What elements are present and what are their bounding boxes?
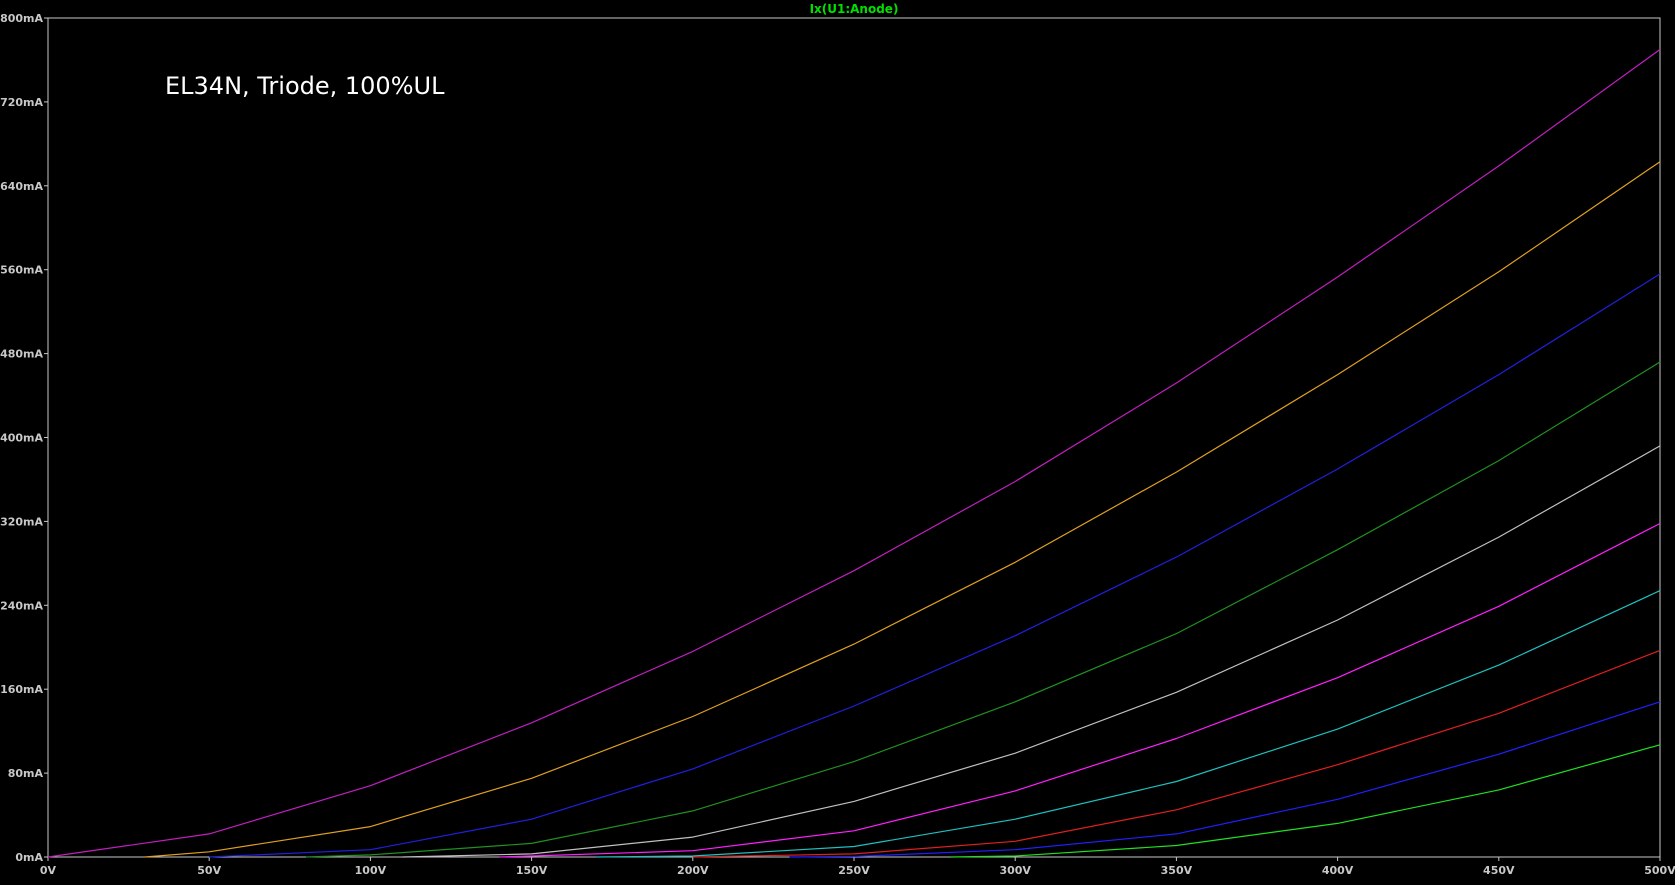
x-tick-label: 350V	[1161, 864, 1193, 877]
y-tick-label: 80mA	[8, 767, 44, 780]
y-tick-label: 800mA	[0, 12, 43, 25]
y-tick-label: 640mA	[0, 180, 43, 193]
y-tick-label: 480mA	[0, 348, 43, 361]
x-tick-label: 450V	[1483, 864, 1515, 877]
x-tick-label: 500V	[1644, 864, 1675, 877]
x-tick-label: 100V	[355, 864, 387, 877]
x-tick-label: 200V	[677, 864, 709, 877]
y-tick-label: 320mA	[0, 515, 43, 528]
y-tick-label: 240mA	[0, 599, 43, 612]
x-tick-label: 250V	[838, 864, 870, 877]
x-tick-label: 300V	[999, 864, 1031, 877]
y-tick-label: 560mA	[0, 264, 43, 277]
x-tick-label: 400V	[1322, 864, 1354, 877]
x-tick-label: 0V	[40, 864, 57, 877]
anode-current-chart: 0V 50V 100V 150V 200V 250V 300V 350V 400V 450V 500…	[0, 0, 1675, 885]
y-tick-label: 160mA	[0, 683, 43, 696]
y-tick-label: 0mA	[15, 851, 43, 864]
trace-title[interactable]: Ix(U1:Anode)	[810, 2, 899, 16]
x-tick-label: 50V	[197, 864, 221, 877]
plot-background	[0, 0, 1675, 885]
x-tick-label: 150V	[516, 864, 548, 877]
y-tick-label: 400mA	[0, 432, 43, 445]
y-tick-label: 720mA	[0, 96, 43, 109]
chart-annotation: EL34N, Triode, 100%UL	[165, 72, 445, 100]
